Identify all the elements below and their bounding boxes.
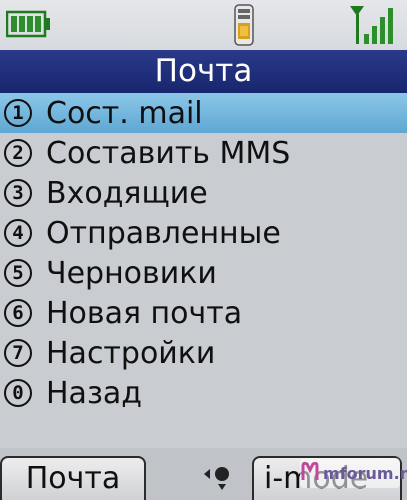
watermark: mforum.ru: [300, 458, 407, 488]
menu-item-label: Новая почта: [46, 295, 243, 331]
left-softkey[interactable]: Почта: [0, 456, 146, 500]
number-1-icon: 1: [4, 99, 32, 127]
number-0-icon: 0: [4, 379, 32, 407]
status-bar: [0, 0, 407, 50]
number-2-icon: 2: [4, 139, 32, 167]
number-4-icon: 4: [4, 219, 32, 247]
menu-item-label: Сост. mail: [46, 95, 203, 131]
navigation-key-icon: [202, 462, 238, 496]
phone-memory-icon: [232, 4, 256, 50]
menu-item-inbox[interactable]: 3 Входящие: [0, 173, 407, 213]
menu-item-label: Составить MMS: [46, 135, 291, 171]
menu-item-settings[interactable]: 7 Настройки: [0, 333, 407, 373]
number-6-icon: 6: [4, 299, 32, 327]
menu-item-compose-mms[interactable]: 2 Составить MMS: [0, 133, 407, 173]
signal-strength-icon: [348, 4, 398, 50]
watermark-text: mforum.ru: [323, 463, 407, 483]
menu-item-new-mail[interactable]: 6 Новая почта: [0, 293, 407, 333]
menu-item-label: Настройки: [46, 335, 216, 371]
menu-item-label: Черновики: [46, 255, 217, 291]
number-3-icon: 3: [4, 179, 32, 207]
menu-item-status-mail[interactable]: 1 Сост. mail: [0, 93, 407, 133]
page-title: Почта: [0, 50, 407, 93]
menu-item-sent[interactable]: 4 Отправленные: [0, 213, 407, 253]
menu-item-label: Назад: [46, 375, 143, 411]
menu-item-label: Отправленные: [46, 215, 281, 251]
menu-item-drafts[interactable]: 5 Черновики: [0, 253, 407, 293]
number-5-icon: 5: [4, 259, 32, 287]
menu-item-back[interactable]: 0 Назад: [0, 373, 407, 413]
mforum-logo-icon: [300, 460, 320, 486]
menu-item-label: Входящие: [46, 175, 208, 211]
battery-icon: [5, 10, 52, 42]
number-7-icon: 7: [4, 339, 32, 367]
main-menu: 1 Сост. mail 2 Составить MMS 3 Входящие …: [0, 93, 407, 413]
